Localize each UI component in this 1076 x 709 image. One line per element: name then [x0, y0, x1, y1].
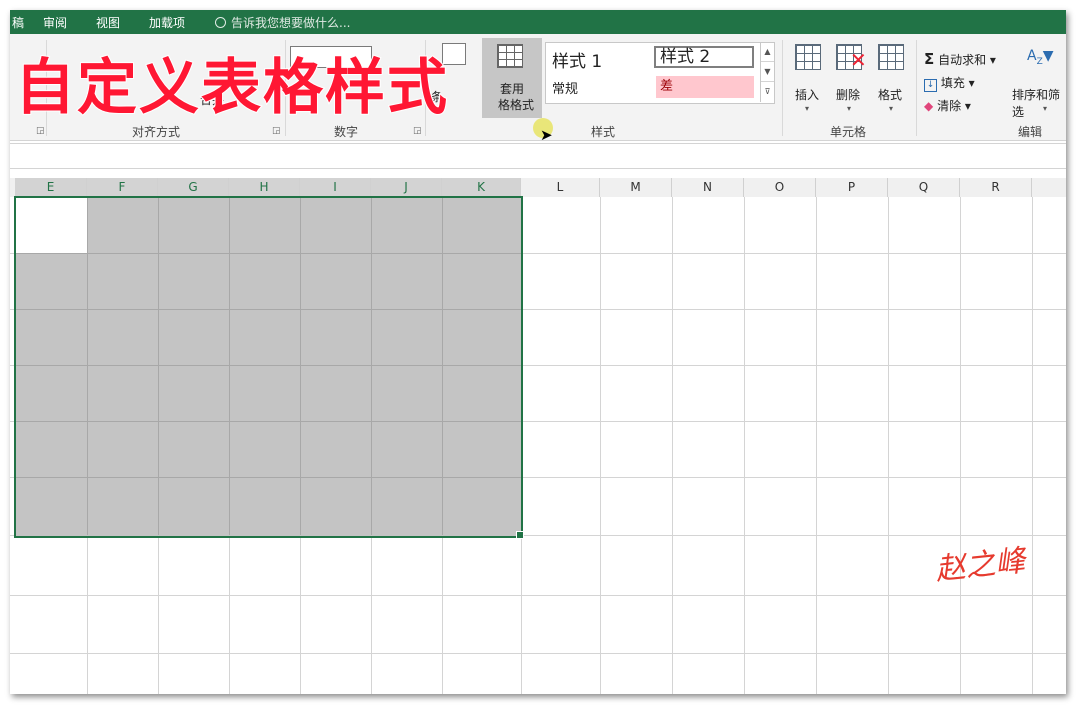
tab-review[interactable]: 审阅: [43, 14, 67, 31]
column-header-i[interactable]: I: [300, 178, 371, 197]
sigma-icon: Σ: [924, 50, 935, 68]
eraser-icon: ◆: [924, 99, 934, 113]
styles-group-label: 样式: [591, 125, 616, 139]
fill-down-icon: ↓: [924, 79, 937, 92]
normal-style-item[interactable]: 常规: [552, 78, 578, 97]
cells-group-label: 单元格: [830, 125, 867, 139]
clear-button[interactable]: ◆ 清除 ▾: [924, 97, 971, 114]
delete-button[interactable]: 删除: [836, 86, 860, 103]
worksheet-grid[interactable]: [10, 196, 1066, 694]
lightbulb-icon: [215, 17, 226, 28]
fill-handle[interactable]: [516, 531, 524, 539]
fill-button[interactable]: ↓ 填充 ▾: [924, 74, 975, 92]
cell-styles-gallery[interactable]: 样式 1 样式 2 常规 差: [545, 42, 775, 104]
column-header-q[interactable]: Q: [888, 178, 960, 197]
column-header-n[interactable]: N: [672, 178, 744, 197]
format-as-table-label-2: 格格式: [498, 98, 535, 112]
tab-view[interactable]: 视图: [96, 14, 120, 31]
chevron-down-icon[interactable]: ▾: [889, 104, 893, 113]
sort-filter-icon: AZ▼: [1027, 48, 1054, 67]
table-format-icon: [497, 44, 523, 68]
insert-cells-icon: [795, 44, 821, 70]
formula-bar[interactable]: [10, 143, 1066, 169]
autosum-button[interactable]: Σ 自动求和 ▾: [924, 50, 996, 68]
format-button[interactable]: 格式: [878, 86, 902, 103]
chevron-down-icon[interactable]: ▾: [847, 104, 851, 113]
column-header-r[interactable]: R: [960, 178, 1032, 197]
column-header-o[interactable]: O: [744, 178, 816, 197]
editing-group-label: 编辑: [1018, 125, 1043, 139]
format-as-table-button[interactable]: 套用 格格式: [482, 38, 542, 118]
number-launcher-icon[interactable]: ◲: [413, 126, 422, 136]
tab-addins[interactable]: 加载项: [149, 14, 185, 31]
column-header-s[interactable]: [1032, 178, 1066, 197]
autosum-label: 自动求和: [938, 53, 987, 67]
column-header-j[interactable]: J: [371, 178, 442, 197]
excel-window: 稿 审阅 视图 加载项 告诉我您想要做什么... 合并 对齐方式 ◲ ◲ 数字 …: [10, 10, 1066, 694]
format-cells-icon: [878, 44, 904, 70]
chevron-up-icon[interactable]: ▲: [761, 42, 774, 62]
overlay-title: 自定义表格样式: [14, 52, 449, 124]
style-1-item[interactable]: 样式 1: [552, 47, 602, 72]
column-header-e[interactable]: E: [15, 178, 87, 197]
column-header-m[interactable]: M: [600, 178, 672, 197]
clear-label: 清除: [937, 99, 962, 113]
tell-me-box[interactable]: 告诉我您想要做什么...: [215, 14, 350, 31]
column-header-g[interactable]: G: [158, 178, 229, 197]
mouse-cursor-icon: ➤: [540, 126, 553, 144]
column-header-l[interactable]: L: [521, 178, 600, 197]
chevron-down-icon[interactable]: ▾: [1043, 104, 1047, 113]
column-header-p[interactable]: P: [816, 178, 888, 197]
group-separator: [782, 40, 783, 136]
alignment-launcher-icon[interactable]: ◲: [272, 126, 281, 136]
more-icon[interactable]: ⊽: [761, 82, 774, 101]
format-as-table-label-1: 套用: [500, 82, 525, 96]
sort-filter-button[interactable]: 排序和筛选: [1012, 86, 1066, 120]
group-separator: [916, 40, 917, 136]
column-header-k[interactable]: K: [442, 178, 521, 197]
signature-watermark: 赵之峰: [933, 543, 1027, 588]
ribbon-tab-bar: 稿 审阅 视图 加载项 告诉我您想要做什么...: [10, 10, 1066, 34]
column-headers: E F G H I J K L M N O P Q R: [10, 178, 1066, 198]
column-header-h[interactable]: H: [229, 178, 300, 197]
font-launcher-icon[interactable]: ◲: [36, 126, 45, 136]
gallery-scroll[interactable]: ▲ ▼ ⊽: [760, 42, 774, 102]
style-2-item[interactable]: 样式 2: [654, 46, 754, 68]
delete-x-icon: ✕: [850, 48, 867, 72]
column-header-f[interactable]: F: [87, 178, 158, 197]
chevron-down-icon[interactable]: ▾: [805, 104, 809, 113]
tab-review-partial[interactable]: 稿: [12, 14, 24, 31]
fill-label: 填充: [940, 76, 965, 90]
tell-me-text: 告诉我您想要做什么...: [231, 16, 351, 30]
insert-button[interactable]: 插入: [795, 86, 819, 103]
selection-border: [14, 196, 523, 538]
chevron-down-icon[interactable]: ▼: [761, 62, 774, 82]
bad-style-item[interactable]: 差: [656, 76, 754, 98]
